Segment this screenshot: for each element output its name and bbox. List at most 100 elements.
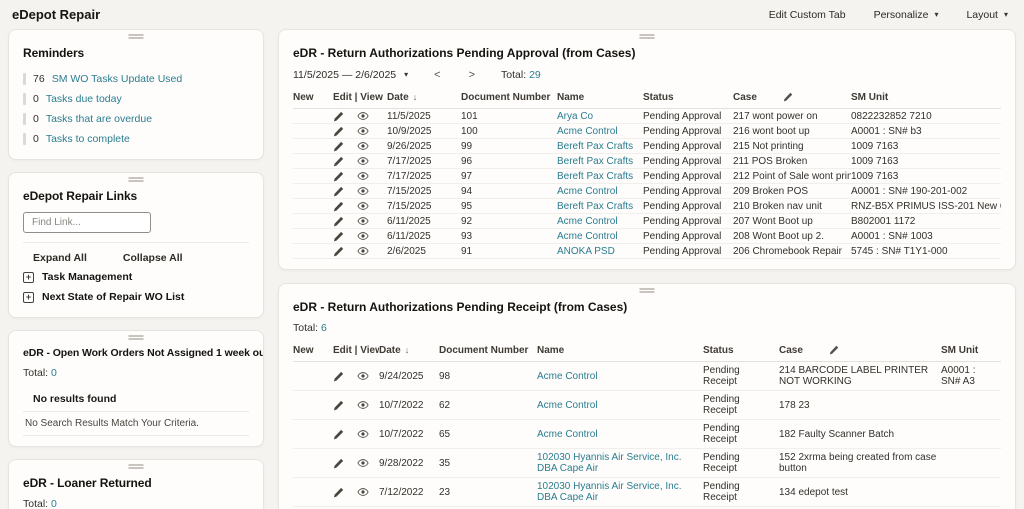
drag-handle-icon[interactable] [129, 34, 144, 39]
column-header-sm-unit[interactable]: SM Unit [851, 92, 1001, 103]
cell-name-link[interactable]: Acme Control [537, 428, 703, 441]
expand-all-button[interactable]: Expand All [33, 252, 87, 264]
next-page-button[interactable]: > [467, 69, 477, 81]
view-eye-icon[interactable] [357, 399, 369, 411]
personalize-menu[interactable]: Personalize ▾ [874, 9, 939, 21]
view-eye-icon[interactable] [357, 155, 369, 167]
prev-page-button[interactable]: < [432, 69, 442, 81]
total-count-link[interactable]: 0 [51, 367, 57, 379]
view-eye-icon[interactable] [357, 370, 369, 382]
drag-handle-icon[interactable] [129, 464, 144, 469]
edit-pencil-icon[interactable] [333, 231, 344, 242]
drag-handle-icon[interactable] [129, 335, 144, 340]
view-eye-icon[interactable] [357, 245, 369, 257]
edit-pencil-icon[interactable] [783, 92, 793, 102]
edit-pencil-icon[interactable] [333, 156, 344, 167]
edit-pencil-icon[interactable] [333, 186, 344, 197]
cell-document-number: 97 [461, 171, 557, 182]
cell-name-link[interactable]: Acme Control [537, 370, 703, 383]
panel-title: Reminders [23, 46, 249, 60]
column-header-new[interactable]: New [293, 92, 333, 103]
edit-pencil-icon[interactable] [333, 458, 344, 469]
cell-name-link[interactable]: Arya Co [557, 111, 643, 122]
reminder-item[interactable]: 0 Tasks that are overdue [23, 109, 249, 129]
reminder-link[interactable]: Tasks to complete [46, 133, 130, 145]
view-eye-icon[interactable] [357, 170, 369, 182]
drag-handle-icon[interactable] [129, 177, 144, 182]
view-eye-icon[interactable] [357, 185, 369, 197]
column-header-name[interactable]: Name [537, 345, 703, 356]
edit-pencil-icon[interactable] [333, 400, 344, 411]
cell-name-link[interactable]: Bereft Pax Crafts [557, 141, 643, 152]
view-eye-icon[interactable] [357, 110, 369, 122]
cell-name-link[interactable]: Acme Control [557, 231, 643, 242]
view-eye-icon[interactable] [357, 215, 369, 227]
table-header-row: New Edit | View Date↓ Document Number Na… [293, 88, 1001, 109]
reminder-item[interactable]: 0 Tasks to complete [23, 129, 249, 149]
column-header-date[interactable]: Date↓ [387, 92, 461, 103]
edit-custom-tab-button[interactable]: Edit Custom Tab [769, 9, 846, 21]
edit-pencil-icon[interactable] [333, 246, 344, 257]
edit-pencil-icon[interactable] [333, 141, 344, 152]
cell-name-link[interactable]: 102030 Hyannis Air Service, Inc. DBA Cap… [537, 480, 703, 504]
find-link-input[interactable] [23, 212, 151, 233]
column-header-status[interactable]: Status [643, 92, 733, 103]
reminder-link[interactable]: SM WO Tasks Update Used [52, 73, 183, 85]
edit-pencil-icon[interactable] [829, 345, 839, 355]
layout-menu[interactable]: Layout ▾ [966, 9, 1008, 21]
date-range-selector[interactable]: 11/5/2025 — 2/6/2025 ▾ [293, 69, 408, 81]
view-eye-icon[interactable] [357, 125, 369, 137]
panel-title: eDepot Repair Links [23, 189, 249, 203]
column-header-sm-unit[interactable]: SM Unit [941, 345, 1001, 356]
cell-document-number: 100 [461, 126, 557, 137]
expand-plus-icon[interactable] [23, 292, 34, 303]
cell-name-link[interactable]: Acme Control [537, 399, 703, 412]
column-header-document-number[interactable]: Document Number [439, 345, 537, 356]
cell-name-link[interactable]: ANOKA PSD [557, 246, 643, 257]
column-header-case[interactable]: Case [779, 345, 941, 356]
table-body: 11/5/2025 101 Arya Co Pending Approval 2… [293, 109, 1001, 259]
view-eye-icon[interactable] [357, 200, 369, 212]
collapse-all-button[interactable]: Collapse All [123, 252, 183, 264]
view-eye-icon[interactable] [357, 428, 369, 440]
reminder-item[interactable]: 0 Tasks due today [23, 89, 249, 109]
edit-pencil-icon[interactable] [333, 487, 344, 498]
cell-name-link[interactable]: Acme Control [557, 216, 643, 227]
reminder-link[interactable]: Tasks due today [46, 93, 122, 105]
reminder-link[interactable]: Tasks that are overdue [46, 113, 152, 125]
view-eye-icon[interactable] [357, 457, 369, 469]
edit-pencil-icon[interactable] [333, 371, 344, 382]
column-header-new[interactable]: New [293, 345, 333, 356]
total-count-link[interactable]: 0 [51, 498, 57, 509]
edit-pencil-icon[interactable] [333, 429, 344, 440]
cell-name-link[interactable]: Bereft Pax Crafts [557, 156, 643, 167]
edit-pencil-icon[interactable] [333, 111, 344, 122]
drag-handle-icon[interactable] [640, 288, 655, 293]
view-eye-icon[interactable] [357, 140, 369, 152]
cell-name-link[interactable]: Bereft Pax Crafts [557, 171, 643, 182]
cell-name-link[interactable]: Bereft Pax Crafts [557, 201, 643, 212]
total-count-link[interactable]: 6 [321, 322, 327, 334]
cell-new [293, 433, 333, 435]
tree-item[interactable]: Next State of Repair WO List [23, 287, 249, 307]
tree-item[interactable]: Task Management [23, 267, 249, 287]
column-header-document-number[interactable]: Document Number [461, 92, 557, 103]
edit-pencil-icon[interactable] [333, 216, 344, 227]
view-eye-icon[interactable] [357, 486, 369, 498]
reminder-bar-icon [23, 73, 26, 85]
expand-plus-icon[interactable] [23, 272, 34, 283]
edit-pencil-icon[interactable] [333, 126, 344, 137]
column-header-name[interactable]: Name [557, 92, 643, 103]
edit-pencil-icon[interactable] [333, 201, 344, 212]
reminder-item[interactable]: 76 SM WO Tasks Update Used [23, 69, 249, 89]
column-header-case[interactable]: Case [733, 92, 851, 103]
cell-name-link[interactable]: Acme Control [557, 126, 643, 137]
total-count-link[interactable]: 29 [529, 69, 541, 81]
cell-name-link[interactable]: 102030 Hyannis Air Service, Inc. DBA Cap… [537, 451, 703, 475]
column-header-status[interactable]: Status [703, 345, 779, 356]
edit-pencil-icon[interactable] [333, 171, 344, 182]
drag-handle-icon[interactable] [640, 34, 655, 39]
cell-name-link[interactable]: Acme Control [557, 186, 643, 197]
view-eye-icon[interactable] [357, 230, 369, 242]
column-header-date[interactable]: Date↓ [379, 345, 439, 356]
